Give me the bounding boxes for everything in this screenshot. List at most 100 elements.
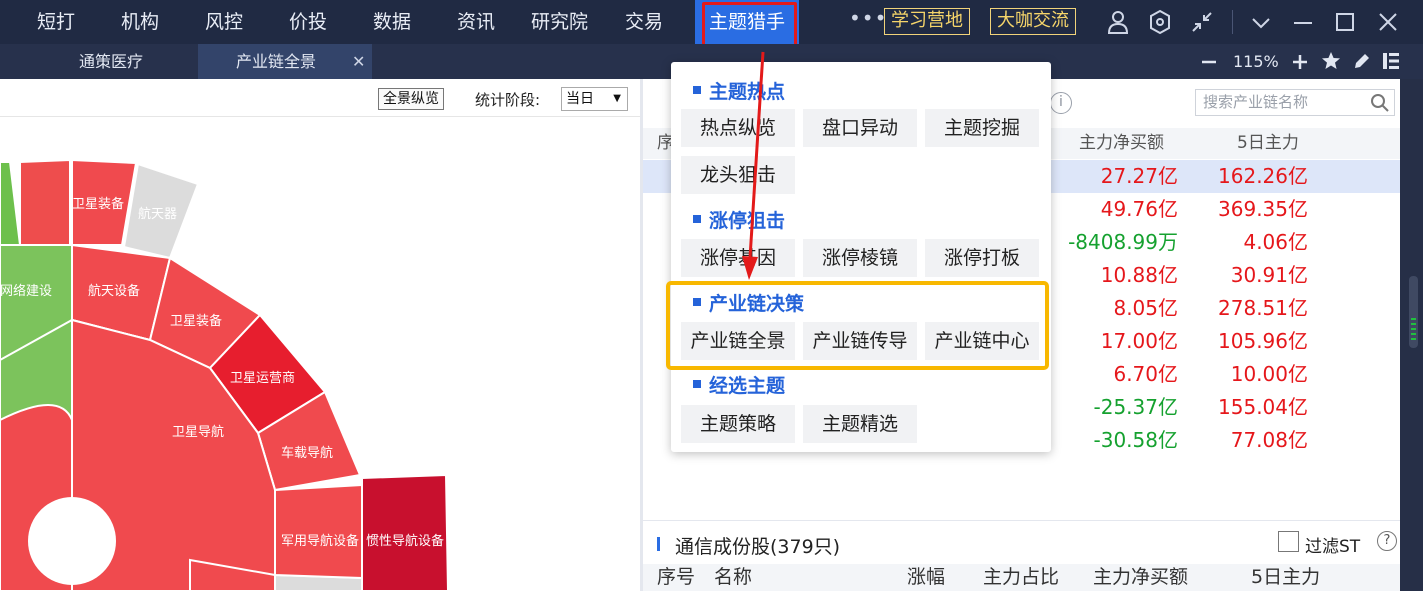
nav-item-data[interactable]: 数据 (373, 0, 411, 44)
constituents-title: 通信成份股(379只) (675, 536, 841, 558)
nav-item-trade[interactable]: 交易 (625, 0, 663, 44)
sunburst-segment-green-top[interactable] (0, 161, 22, 246)
five-day-cell: 77.08亿 (1230, 428, 1308, 452)
five-day-cell: 162.26亿 (1218, 164, 1308, 188)
section-bullet (693, 214, 701, 223)
menu-item-limit-prism[interactable]: 涨停棱镜 (803, 239, 917, 277)
zoom-out-icon[interactable] (1200, 53, 1218, 71)
tab-close-icon[interactable]: ✕ (352, 44, 365, 79)
nav-item-institution[interactable]: 机构 (121, 0, 159, 44)
sunburst-segment-red-top[interactable] (19, 158, 71, 246)
label-inertial-nav: 惯性导航设备 (366, 533, 444, 548)
tab-industry-chain[interactable]: 产业链全景 (198, 44, 372, 79)
study-camp-button[interactable]: 学习营地 (884, 8, 970, 35)
nav-item-risk[interactable]: 风控 (205, 0, 243, 44)
user-icon[interactable] (1105, 8, 1131, 36)
menu-item-theme-mining[interactable]: 主题挖掘 (925, 109, 1039, 147)
zoom-in-icon[interactable] (1291, 53, 1309, 71)
five-day-cell: 155.04亿 (1218, 395, 1308, 419)
theme-hunter-menu: 主题热点 热点纵览 盘口异动 主题挖掘 龙头狙击 涨停狙击 涨停基因 涨停棱镜 … (671, 62, 1051, 452)
five-day-cell: 30.91亿 (1230, 263, 1308, 287)
net-buy-cell: 6.70亿 (1113, 362, 1178, 386)
label-military-nav: 军用导航设备 (281, 533, 359, 548)
maximize-icon[interactable] (1332, 8, 1358, 36)
label-spacecraft: 航天器 (138, 206, 177, 221)
label-operator: 卫星运营商 (230, 370, 295, 385)
nav-item-news[interactable]: 资讯 (457, 0, 495, 44)
menu-item-limit-gene[interactable]: 涨停基因 (681, 239, 795, 277)
star-icon[interactable] (1321, 51, 1341, 71)
layout-icon[interactable] (1381, 51, 1401, 71)
label-navigation: 卫星导航 (172, 424, 224, 439)
help-icon[interactable]: ? (1377, 531, 1397, 551)
net-buy-cell: -30.58亿 (1093, 428, 1178, 452)
toolbar-divider (1232, 10, 1233, 34)
filter-st-label[interactable]: 过滤ST (1305, 532, 1360, 557)
stage-select-value: 当日 (566, 91, 594, 107)
sub-header-five-day[interactable]: 5日主力 (1251, 564, 1320, 591)
stage-label: 统计阶段: (475, 91, 541, 109)
menu-item-market-anomaly[interactable]: 盘口异动 (803, 109, 917, 147)
sub-header-seq[interactable]: 序号 (657, 564, 695, 591)
header-five-day[interactable]: 5日主力 (1237, 128, 1299, 159)
industry-sunburst-chart: 卫星装备 航天器 网络建设 航天设备 卫星装备 卫星运营商 卫星导航 车载导航 … (0, 158, 450, 591)
close-icon[interactable] (1375, 8, 1401, 36)
net-buy-cell: -8408.99万 (1068, 230, 1178, 254)
menu-section-limit-label: 涨停狙击 (709, 210, 786, 232)
sunburst-center-hole (28, 497, 116, 585)
minimize-icon[interactable] (1290, 8, 1316, 36)
sub-header-change[interactable]: 涨幅 (907, 564, 945, 591)
five-day-cell: 4.06亿 (1243, 230, 1308, 254)
menu-section-hot: 主题热点 (693, 77, 785, 104)
five-day-cell: 278.51亿 (1218, 296, 1308, 320)
menu-section-limit: 涨停狙击 (693, 206, 785, 233)
menu-item-limit-board[interactable]: 涨停打板 (925, 239, 1039, 277)
more-icon[interactable]: ••• (849, 6, 887, 30)
search-input[interactable]: 搜索产业链名称 (1195, 89, 1395, 116)
search-icon[interactable] (1370, 93, 1390, 113)
edit-icon[interactable] (1352, 51, 1372, 71)
scroll-grip-line (1411, 323, 1416, 325)
hexagon-settings-icon[interactable] (1147, 8, 1173, 36)
scroll-grip-line (1411, 328, 1416, 330)
expert-exchange-button[interactable]: 大咖交流 (990, 8, 1076, 35)
net-buy-cell: 10.88亿 (1100, 263, 1178, 287)
five-day-cell: 105.96亿 (1218, 329, 1308, 353)
sub-header-ratio[interactable]: 主力占比 (983, 564, 1059, 591)
select-arrow-icon: ▼ (613, 93, 621, 104)
filter-st-checkbox[interactable] (1278, 531, 1299, 552)
title-marker (657, 537, 660, 551)
chevron-down-icon[interactable] (1248, 8, 1274, 36)
label-aerospace-equip: 航天设备 (88, 283, 140, 298)
menu-section-selected-label: 经选主题 (709, 375, 786, 397)
net-buy-cell: 17.00亿 (1100, 329, 1178, 353)
nav-item-short[interactable]: 短打 (37, 0, 75, 44)
sub-header-name[interactable]: 名称 (714, 564, 752, 591)
menu-section-hot-label: 主题热点 (709, 81, 786, 103)
sub-header-net-buy[interactable]: 主力净买额 (1093, 564, 1188, 591)
menu-item-theme-picks[interactable]: 主题精选 (803, 405, 917, 443)
menu-item-theme-strategy[interactable]: 主题策略 (681, 405, 795, 443)
header-net-buy[interactable]: 主力净买额 (1079, 128, 1164, 159)
section-bullet (693, 379, 701, 388)
five-day-cell: 369.35亿 (1218, 197, 1308, 221)
menu-item-hot-overview[interactable]: 热点纵览 (681, 109, 795, 147)
nav-item-research[interactable]: 研究院 (531, 0, 588, 44)
search-placeholder: 搜索产业链名称 (1203, 93, 1309, 111)
collapse-icon[interactable] (1189, 8, 1215, 36)
tab-tongce-medical[interactable]: 通策医疗 (24, 44, 198, 79)
scroll-grip-line (1411, 318, 1416, 320)
sunburst-segment-military-nav[interactable] (274, 483, 363, 580)
overview-button[interactable]: 全景纵览 (378, 88, 444, 110)
info-icon[interactable]: i (1050, 92, 1072, 114)
net-buy-cell: 27.27亿 (1100, 164, 1178, 188)
section-bullet (693, 85, 701, 94)
label-vehicle-nav: 车载导航 (281, 445, 333, 460)
scroll-grip-line (1411, 333, 1416, 335)
five-day-cell: 10.00亿 (1230, 362, 1308, 386)
stage-select[interactable]: 当日 ▼ (561, 87, 628, 111)
nav-item-value[interactable]: 价投 (289, 0, 327, 44)
net-buy-cell: -25.37亿 (1093, 395, 1178, 419)
menu-item-leader-snipe[interactable]: 龙头狙击 (681, 156, 795, 194)
menu-section-selected: 经选主题 (693, 371, 785, 398)
